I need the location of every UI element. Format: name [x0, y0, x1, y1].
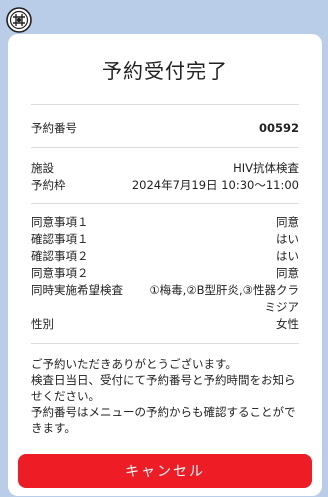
emblem-icon — [6, 7, 32, 33]
divider — [31, 343, 299, 344]
additional-tests-value: ①梅毒,②B型肝炎,③性器クラミジア — [149, 283, 299, 314]
cancel-button[interactable]: キャンセル — [18, 454, 312, 488]
facility-label: 施設 — [31, 161, 54, 175]
page-title: 予約受付完了 — [102, 59, 228, 83]
consent-row-1: 同意事項１ 同意 — [31, 214, 299, 231]
thank-you-message: ご予約いただきありがとうございます。 検査日当日、受付にて予約番号と予約時間をお… — [31, 356, 299, 436]
reservation-number-row: 予約番号 00592 — [31, 120, 299, 137]
consent-value: 同意 — [276, 266, 299, 280]
confirmation-row-2: 確認事項２ はい — [31, 248, 299, 265]
time-slot-label: 予約枠 — [31, 178, 66, 192]
additional-tests-label: 同時実施希望検査 — [31, 283, 123, 297]
consent-section: 同意事項１ 同意 確認事項１ はい 確認事項２ はい 同意事項２ 同意 同時実施… — [31, 214, 299, 333]
reservation-complete-card: 予約受付完了 予約番号 00592 施設 HIV抗体検査 予約枠 2024年7月… — [8, 34, 322, 496]
message-line: ご予約いただきありがとうございます。 — [31, 357, 237, 371]
confirmation-value: はい — [276, 232, 299, 246]
gender-label: 性別 — [31, 317, 54, 331]
consent-label: 同意事項１ — [31, 215, 89, 229]
additional-tests-row: 同時実施希望検査 ①梅毒,②B型肝炎,③性器クラミジア — [31, 282, 299, 316]
facility-row: 施設 HIV抗体検査 — [31, 160, 299, 177]
message-line: 検査日当日、受付にて予約番号と予約時間をお知らせください。 — [31, 373, 296, 403]
facility-value: HIV抗体検査 — [233, 161, 299, 175]
consent-value: 同意 — [276, 215, 299, 229]
consent-row-2: 同意事項２ 同意 — [31, 265, 299, 282]
gender-value: 女性 — [276, 317, 299, 331]
divider — [31, 147, 299, 148]
message-line: 予約番号はメニューの予約からも確認することができます。 — [31, 405, 296, 435]
confirmation-label: 確認事項２ — [31, 249, 89, 263]
divider — [31, 104, 299, 105]
time-slot-row: 予約枠 2024年7月19日 10:30～11:00 — [31, 177, 299, 194]
divider — [31, 203, 299, 204]
confirmation-value: はい — [276, 249, 299, 263]
reservation-number-value: 00592 — [258, 121, 299, 135]
time-slot-value: 2024年7月19日 10:30～11:00 — [131, 178, 299, 192]
confirmation-label: 確認事項１ — [31, 232, 89, 246]
reservation-number-label: 予約番号 — [31, 121, 77, 135]
details-section: 施設 HIV抗体検査 予約枠 2024年7月19日 10:30～11:00 — [31, 160, 299, 194]
confirmation-row-1: 確認事項１ はい — [31, 231, 299, 248]
consent-label: 同意事項２ — [31, 266, 89, 280]
gender-row: 性別 女性 — [31, 316, 299, 333]
